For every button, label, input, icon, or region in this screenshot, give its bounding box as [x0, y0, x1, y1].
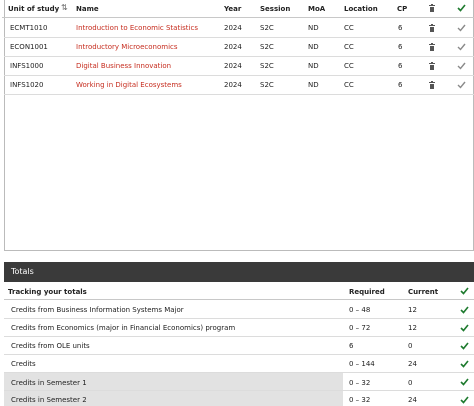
totals-label: Credits from OLE units [11, 342, 90, 350]
row-divider [4, 390, 474, 391]
unit-location: CC [344, 24, 354, 32]
unit-cp: 6 [398, 24, 403, 32]
row-divider [4, 354, 474, 355]
delete-trash-icon[interactable] [429, 62, 435, 70]
unit-cp: 6 [398, 43, 403, 51]
totals-header-divider [4, 299, 474, 300]
header-moa: MoA [308, 5, 326, 13]
totals-current: 12 [408, 324, 417, 332]
row-divider [4, 318, 474, 319]
totals-required: 0 – 32 [349, 379, 371, 387]
unit-year: 2024 [224, 43, 242, 51]
unit-name-link[interactable]: Introductory Microeconomics [76, 43, 178, 51]
header-location: Location [344, 5, 378, 13]
unit-cp: 6 [398, 81, 403, 89]
header-cp: CP [397, 5, 408, 13]
header-tracking: Tracking your totals [8, 288, 87, 296]
unit-name-link[interactable]: Digital Business Innovation [76, 62, 171, 70]
row-divider [4, 75, 474, 76]
delete-trash-icon[interactable] [429, 24, 435, 32]
unit-cp: 6 [398, 62, 403, 70]
unit-code: INFS1000 [10, 62, 44, 70]
check-icon [460, 378, 469, 386]
unit-name-link[interactable]: Working in Digital Ecosystems [76, 81, 182, 89]
delete-trash-icon[interactable] [429, 43, 435, 51]
totals-title: Totals [11, 267, 34, 276]
unit-code: INFS1020 [10, 81, 44, 89]
sort-icon[interactable]: ⇅ [61, 3, 68, 12]
check-icon [460, 360, 469, 368]
totals-label: Credits from Economics (major in Financi… [11, 324, 236, 332]
row-divider [4, 56, 474, 57]
check-icon [460, 342, 469, 350]
unit-location: CC [344, 62, 354, 70]
unit-code: ECMT1010 [10, 24, 48, 32]
unit-moa: ND [308, 81, 319, 89]
check-icon [457, 62, 466, 70]
header-check-icon [457, 4, 466, 12]
row-divider [4, 94, 474, 95]
totals-current: 0 [408, 379, 413, 387]
totals-bar [4, 262, 474, 282]
header-trash-icon [429, 4, 435, 12]
unit-moa: ND [308, 62, 319, 70]
unit-location: CC [344, 81, 354, 89]
unit-year: 2024 [224, 24, 242, 32]
unit-name-link[interactable]: Introduction to Economic Statistics [76, 24, 198, 32]
check-icon [460, 396, 469, 404]
unit-year: 2024 [224, 81, 242, 89]
totals-label: Credits from Business Information System… [11, 306, 184, 314]
totals-required: 0 – 144 [349, 360, 375, 368]
check-icon [457, 43, 466, 51]
totals-current: 24 [408, 396, 417, 404]
unit-session: S2C [260, 81, 274, 89]
unit-location: CC [344, 43, 354, 51]
unit-code: ECON1001 [10, 43, 48, 51]
header-divider [2, 17, 474, 18]
totals-label: Credits in Semester 2 [11, 396, 87, 404]
check-icon [460, 306, 469, 314]
header-year: Year [224, 5, 242, 13]
totals-current: 24 [408, 360, 417, 368]
unit-session: S2C [260, 43, 274, 51]
totals-label: Credits [11, 360, 36, 368]
unit-moa: ND [308, 24, 319, 32]
totals-label: Credits in Semester 1 [11, 379, 87, 387]
check-icon [460, 324, 469, 332]
header-required: Required [349, 288, 385, 296]
totals-required: 6 [349, 342, 354, 350]
header-current: Current [408, 288, 439, 296]
totals-current: 0 [408, 342, 413, 350]
unit-year: 2024 [224, 62, 242, 70]
totals-required: 0 – 32 [349, 396, 371, 404]
header-unit-of-study[interactable]: Unit of study [8, 5, 59, 13]
units-panel-bottom [4, 250, 474, 251]
row-divider [4, 336, 474, 337]
unit-session: S2C [260, 24, 274, 32]
delete-trash-icon[interactable] [429, 81, 435, 89]
row-divider [4, 37, 474, 38]
header-session: Session [260, 5, 291, 13]
unit-session: S2C [260, 62, 274, 70]
check-icon [457, 24, 466, 32]
header-check-icon [460, 287, 469, 295]
totals-required: 0 – 48 [349, 306, 371, 314]
unit-moa: ND [308, 43, 319, 51]
header-name: Name [76, 5, 99, 13]
check-icon [457, 81, 466, 89]
totals-required: 0 – 72 [349, 324, 371, 332]
totals-current: 12 [408, 306, 417, 314]
